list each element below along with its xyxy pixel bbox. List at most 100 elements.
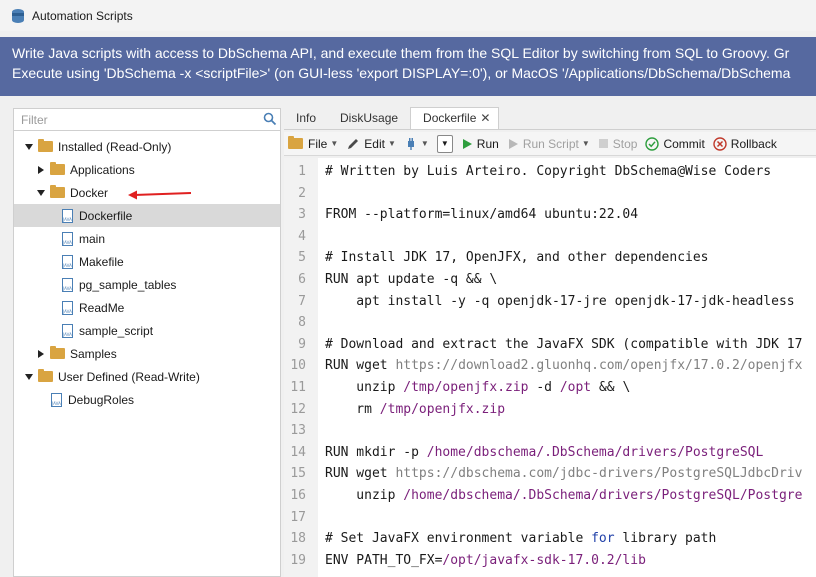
line-number: 11 <box>290 380 306 395</box>
code-line: 18 # Set JavaFX environment variable for … <box>284 528 816 550</box>
tree-item-label: Installed (Read-Only) <box>58 139 172 154</box>
tab-info[interactable]: Info <box>284 107 328 129</box>
tree-item-label: ReadMe <box>79 300 125 315</box>
chevron-down-icon: ▼ <box>420 139 429 148</box>
info-banner: Write Java scripts with access to DbSche… <box>0 37 816 96</box>
code-line: 15 RUN wget https://dbschema.com/jdbc-dri… <box>284 463 816 485</box>
code-text: rm /tmp/openjfx.zip <box>325 401 506 417</box>
tree-file[interactable]: main <box>14 227 280 250</box>
tree-file[interactable]: pg_sample_tables <box>14 273 280 296</box>
folder-icon <box>38 369 53 382</box>
chevron-right-icon[interactable] <box>36 165 46 175</box>
more-options-dropdown[interactable]: ▼ <box>436 134 453 153</box>
tree-item-label: Samples <box>70 346 117 361</box>
tree-item-label: DebugRoles <box>68 392 135 407</box>
tree-item-label: Makefile <box>79 254 124 269</box>
play-icon <box>462 138 472 149</box>
file-menu-label: File <box>308 136 328 151</box>
tree-file[interactable]: DebugRoles <box>14 388 280 411</box>
tree-file[interactable]: Dockerfile <box>14 204 280 227</box>
folder-icon <box>288 136 303 149</box>
code-text: unzip /home/dbschema/.DbSchema/drivers/P… <box>325 488 803 503</box>
tree-item-label: Docker <box>70 185 109 200</box>
edit-menu-button[interactable]: Edit ▼ <box>342 133 400 155</box>
line-number: 17 <box>290 509 306 525</box>
window-title: Automation Scripts <box>32 8 133 23</box>
banner-line-2: Execute using 'DbSchema -x <scriptFile>'… <box>12 65 791 81</box>
editor-toolbar: File ▼ Edit ▼ ▼ ▼ Run Run Script ▼ Stop Com… <box>284 132 816 156</box>
tree-item-label: sample_script <box>79 323 154 338</box>
tree-folder[interactable]: Samples <box>14 342 280 365</box>
line-number: 1 <box>298 164 306 179</box>
chevron-down-icon[interactable] <box>24 372 34 382</box>
tree-folder[interactable]: Installed (Read-Only) <box>14 135 280 158</box>
tree-file[interactable]: Makefile <box>14 250 280 273</box>
tree-file[interactable]: sample_script <box>14 319 280 342</box>
tab-label: Dockerfile <box>423 111 477 125</box>
tree-item-label: Applications <box>70 162 135 177</box>
annotation-arrow <box>128 190 192 200</box>
connection-button[interactable]: ▼ <box>400 133 433 155</box>
java-file-icon <box>51 392 62 407</box>
stop-label: Stop <box>612 136 638 151</box>
code-line: 3 FROM --platform=linux/amd64 ubuntu:22.0… <box>284 204 816 226</box>
code-text: RUN wget https://dbschema.com/jdbc-drive… <box>325 466 803 482</box>
tree-item-label: pg_sample_tables <box>79 277 177 292</box>
line-number: 8 <box>298 315 306 331</box>
code-text: # Written by Luis Arteiro. Copyright DbS… <box>325 164 772 179</box>
java-file-icon <box>62 231 73 246</box>
code-line: 17 <box>284 507 816 529</box>
java-file-icon <box>62 254 73 269</box>
check-circle-icon <box>645 136 660 151</box>
tree-folder[interactable]: User Defined (Read-Write) <box>14 365 280 388</box>
commit-button[interactable]: Commit <box>641 133 708 155</box>
code-line: 6 RUN apt update -q && \ <box>284 269 816 291</box>
folder-icon <box>50 185 65 198</box>
java-file-icon <box>62 208 73 223</box>
tree-item-label: Dockerfile <box>79 208 133 223</box>
tree-item-label: User Defined (Read-Write) <box>58 369 200 384</box>
x-circle-icon <box>713 136 727 151</box>
folder-icon <box>38 139 53 152</box>
chevron-down-icon: ▼ <box>387 139 396 148</box>
line-number: 13 <box>290 423 306 439</box>
code-editor[interactable]: 1 # Written by Luis Arteiro. Copyright Db… <box>284 158 816 577</box>
stop-button[interactable]: Stop <box>594 133 642 155</box>
code-line: 1 # Written by Luis Arteiro. Copyright Db… <box>284 161 816 183</box>
script-tree: Installed (Read-Only) Applications Docker D… <box>14 135 280 411</box>
line-number: 3 <box>298 207 306 223</box>
run-script-button[interactable]: Run Script ▼ <box>503 133 594 155</box>
chevron-right-icon[interactable] <box>36 349 46 359</box>
file-menu-button[interactable]: File ▼ <box>284 133 342 155</box>
code-line: 2 <box>284 183 816 205</box>
tree-item-label: main <box>79 231 106 246</box>
java-file-icon <box>62 277 73 292</box>
line-number: 6 <box>298 272 306 287</box>
filter-box <box>14 109 280 131</box>
code-line: 14 RUN mkdir -p /home/dbschema/.DbSchema/… <box>284 442 816 464</box>
line-number: 9 <box>298 336 306 352</box>
run-script-label: Run Script <box>522 136 579 151</box>
banner-line-1: Write Java scripts with access to DbSche… <box>12 45 790 61</box>
filter-input[interactable] <box>14 109 254 130</box>
chevron-down-icon[interactable] <box>24 142 34 152</box>
code-line: 11 unzip /tmp/openjfx.zip -d /opt && \ <box>284 377 816 399</box>
chevron-down-icon: ▼ <box>330 139 339 148</box>
rollback-button[interactable]: Rollback <box>709 133 781 155</box>
line-number: 19 <box>290 552 306 568</box>
line-number: 15 <box>290 466 306 482</box>
tree-folder[interactable]: Applications <box>14 158 280 181</box>
search-icon[interactable] <box>263 112 277 126</box>
folder-icon <box>50 162 65 175</box>
tab-dockerfile[interactable]: Dockerfile ✕ <box>410 107 500 129</box>
run-button[interactable]: Run <box>457 133 503 155</box>
close-icon[interactable]: ✕ <box>480 111 490 125</box>
code-line: 5 # Install JDK 17, OpenJFX, and other de… <box>284 247 816 269</box>
chevron-down-icon[interactable] <box>36 188 46 198</box>
code-line: 19 ENV PATH_TO_FX=/opt/javafx-sdk-17.0.2/… <box>284 550 816 572</box>
line-number: 5 <box>298 250 306 266</box>
code-line: 10 RUN wget https://download2.gluonhq.com… <box>284 355 816 377</box>
tree-file[interactable]: ReadMe <box>14 296 280 319</box>
folder-icon <box>50 346 65 359</box>
tab-diskusage[interactable]: DiskUsage <box>328 107 410 129</box>
